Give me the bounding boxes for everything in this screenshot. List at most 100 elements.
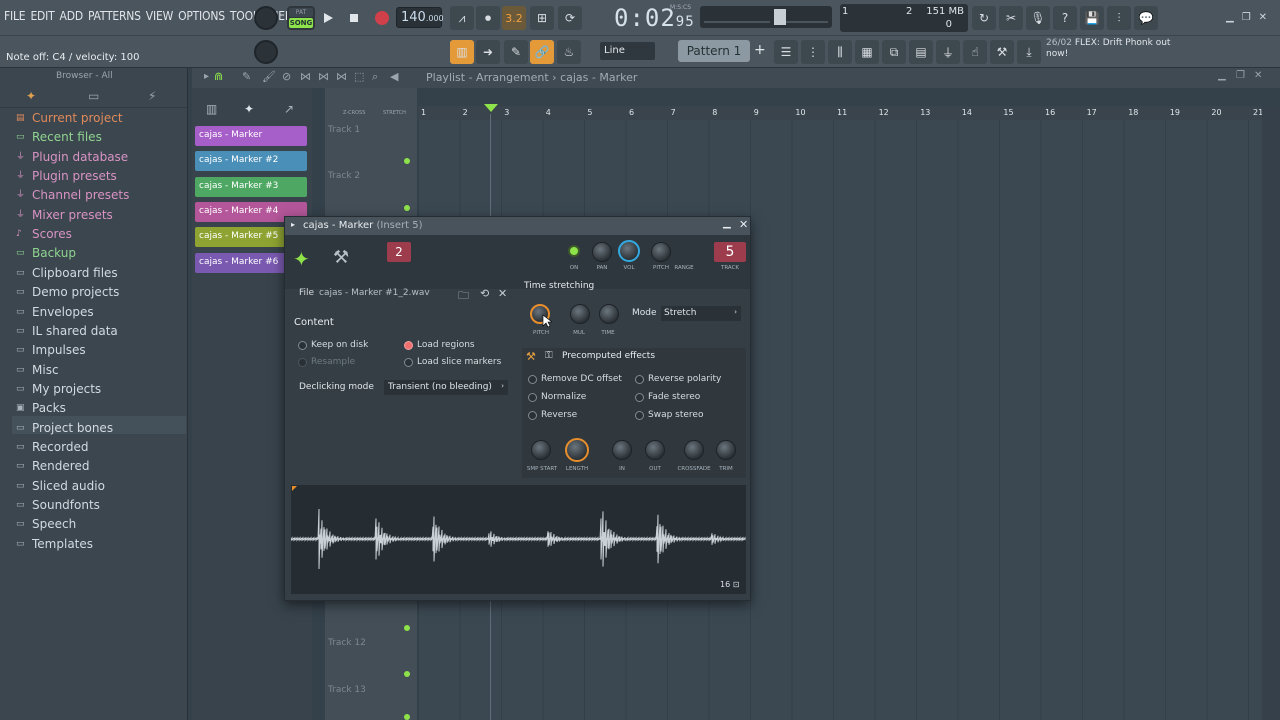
keep-on-disk-option[interactable]: Keep on disk	[298, 340, 368, 350]
swap-stereo-option[interactable]: Swap stereo	[635, 410, 703, 420]
pitch-range-box[interactable]: 2	[387, 242, 411, 262]
picker-audio-icon[interactable]: ✦	[244, 102, 254, 116]
stamp-button[interactable]: ♨	[557, 40, 581, 64]
length-knob[interactable]	[565, 438, 589, 462]
close-icon[interactable]: ✕	[1259, 12, 1267, 24]
browser-item[interactable]: ⏚ Mixer presets	[16, 208, 113, 222]
resample-radio[interactable]	[298, 357, 307, 367]
track-13-mute[interactable]	[404, 714, 410, 720]
remove-dc-radio[interactable]	[528, 374, 537, 384]
pencil-tool-icon[interactable]: ✎	[242, 70, 251, 83]
step-size-button[interactable]: 3.2	[502, 6, 526, 30]
fx-wrench-icon[interactable]: ⚒	[526, 350, 536, 363]
slip-tool-icon[interactable]: ⋈	[318, 70, 329, 83]
browser-item[interactable]: ▭ Sliced audio	[16, 479, 105, 493]
playlist-minimize-icon[interactable]: ▁	[1218, 70, 1226, 81]
playhead-marker-icon[interactable]	[484, 104, 498, 114]
track-13-label[interactable]: Track 13	[328, 685, 366, 695]
browser-item[interactable]: ⏚ Plugin database	[16, 150, 128, 164]
reload-file-icon[interactable]: ⟲	[480, 287, 489, 300]
draw-tool-button[interactable]: ✎	[504, 40, 528, 64]
mixer-settings-button[interactable]: ⫶	[1107, 6, 1131, 30]
audio-clip[interactable]: cajas - Marker #3	[195, 176, 307, 197]
master-pitch-knob[interactable]	[254, 40, 278, 64]
track-2-mute[interactable]	[404, 205, 410, 211]
menu-view[interactable]: VIEW	[146, 9, 173, 23]
cut-button[interactable]: ✂	[999, 6, 1023, 30]
wait-for-input-button[interactable]: ⏺	[476, 6, 500, 30]
plugin-button[interactable]: ▤	[909, 40, 933, 64]
tab-current-project-icon[interactable]: ▭	[88, 89, 99, 103]
delete-tool-icon[interactable]: ⊘	[282, 70, 291, 83]
ts-mul-knob[interactable]	[570, 304, 590, 324]
metronome-button[interactable]: ⩘	[450, 6, 474, 30]
reverse-polarity-option[interactable]: Reverse polarity	[635, 374, 721, 384]
piano-roll-button[interactable]: ▥	[450, 40, 474, 64]
browser-item[interactable]: ▤ Current project	[16, 111, 123, 125]
track-12-label[interactable]: Track 12	[328, 638, 366, 648]
mode-select[interactable]: Stretch ›	[661, 306, 741, 321]
undo-history-button[interactable]: ↻	[972, 6, 996, 30]
channel-rack-button[interactable]: ⋮	[801, 40, 825, 64]
load-slice-markers-option[interactable]: Load slice markers	[404, 357, 501, 367]
remove-file-icon[interactable]: ✕	[498, 287, 507, 300]
load-regions-radio[interactable]	[404, 340, 413, 350]
reverse-polarity-radio[interactable]	[635, 374, 644, 384]
restore-icon[interactable]: ❐	[1242, 12, 1251, 24]
playlist-button[interactable]: ☰	[774, 40, 798, 64]
magnet-icon[interactable]: ⋒	[214, 70, 223, 83]
browser-item[interactable]: ▭ Clipboard files	[16, 266, 118, 280]
volume-knob[interactable]	[618, 240, 640, 262]
track-1-mute[interactable]	[404, 158, 410, 164]
smp-start-knob[interactable]	[531, 440, 551, 460]
news-panel[interactable]: 26/02 FLEX: Drift Phonk out now!	[1046, 38, 1186, 60]
browser-item[interactable]: ▭ Project bones	[16, 421, 113, 435]
pitch-knob[interactable]	[651, 242, 671, 262]
menu-patterns[interactable]: PATTERNS	[88, 9, 141, 23]
browser-item[interactable]: ▭ Recent files	[16, 130, 102, 144]
browser-button[interactable]: ⧉	[882, 40, 906, 64]
record-button[interactable]	[370, 6, 394, 30]
menu-edit[interactable]: EDIT	[30, 9, 54, 23]
loop-record-button[interactable]: ⟳	[558, 6, 582, 30]
reverse-option[interactable]: Reverse	[528, 410, 577, 420]
add-pattern-icon[interactable]: +	[754, 42, 766, 58]
cpu-panel[interactable]: 1 2 151 MB 0	[840, 4, 968, 32]
remove-dc-option[interactable]: Remove DC offset	[528, 374, 622, 384]
waveform-display[interactable]	[290, 485, 746, 594]
picker-automation-icon[interactable]: ↗	[284, 102, 294, 116]
channel-menu-arrow-icon[interactable]: ▸	[291, 220, 295, 229]
snap-select[interactable]: Line	[600, 42, 655, 60]
resample-option[interactable]: Resample	[298, 357, 355, 367]
playback-tool-icon[interactable]: ◀	[390, 70, 398, 83]
keep-on-disk-radio[interactable]	[298, 340, 307, 350]
pattern-selector[interactable]: Pattern 1	[678, 40, 750, 62]
track-2-label[interactable]: Track 2	[328, 171, 360, 181]
channel-close-icon[interactable]: ✕	[739, 218, 748, 231]
pan-knob[interactable]	[592, 242, 612, 262]
browser-item[interactable]: ▭ IL shared data	[16, 324, 118, 338]
menu-add[interactable]: ADD	[60, 9, 84, 23]
play-button[interactable]	[316, 6, 340, 30]
in-knob[interactable]	[612, 440, 632, 460]
browser-item[interactable]: ▭ Templates	[16, 537, 93, 551]
browser-item[interactable]: ▭ Misc	[16, 363, 59, 377]
link-button[interactable]: 🔗	[530, 40, 554, 64]
blend-notes-button[interactable]: ⊞	[530, 6, 554, 30]
browser-item[interactable]: ▭ Impulses	[16, 343, 86, 357]
tempo-display[interactable]: 140.000	[396, 7, 444, 28]
chat-button[interactable]: 💬	[1134, 6, 1158, 30]
browser-item[interactable]: ▭ Recorded	[16, 440, 88, 454]
plug-button[interactable]: ⏚	[936, 40, 960, 64]
browser-item[interactable]: ▭ Rendered	[16, 459, 89, 473]
out-knob[interactable]	[645, 440, 665, 460]
menu-file[interactable]: FILE	[4, 9, 26, 23]
timeline-ruler[interactable]: 1 2 3 4 5 6 7 8 9 10 11 12 13 14 15 16 17 18 19 20 21	[418, 106, 1263, 120]
browser-item[interactable]: ♪ Scores	[16, 227, 72, 241]
touch-keyboard-button[interactable]: ☝	[963, 40, 987, 64]
paint-tool-icon[interactable]: 🖌	[262, 70, 276, 83]
select-tool-icon[interactable]: ⬚	[354, 70, 364, 83]
audio-clip[interactable]: cajas - Marker	[195, 126, 307, 146]
save-button[interactable]: 💾	[1080, 6, 1104, 30]
settings-tab-wrench-icon[interactable]: ⚒	[333, 247, 349, 268]
